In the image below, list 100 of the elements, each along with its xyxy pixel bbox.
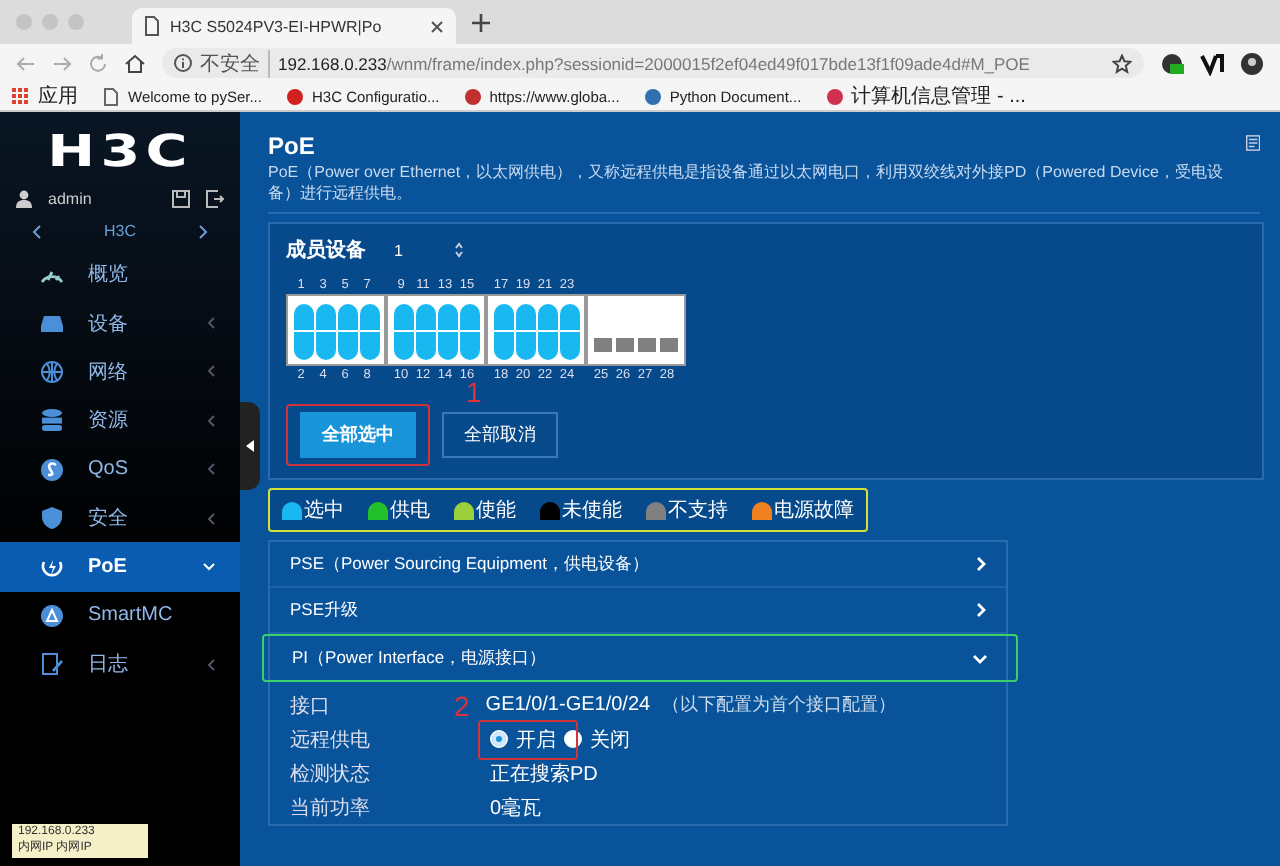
bookmark[interactable]: 计算机信息管理 - ... [825,82,1026,110]
port[interactable] [559,332,579,360]
legend-label: 电源故障 [774,497,854,524]
extension-icon[interactable] [1160,51,1184,75]
section-header[interactable]: PI（Power Interface，电源接口） [262,634,1018,682]
interface-value: GE1/0/1-GE1/0/24 [485,694,651,716]
port[interactable] [459,332,479,360]
field-label: 接口 [290,693,332,719]
reload-icon[interactable] [88,53,108,73]
port[interactable] [293,332,313,360]
port[interactable] [493,304,513,332]
port[interactable] [559,304,579,332]
device-icon [40,311,64,336]
radio-option[interactable]: 关闭 [564,725,630,753]
nav-item[interactable]: 安全 [0,493,240,543]
nav-item[interactable]: SmartMC [0,591,240,641]
chevron-down-icon [202,562,216,573]
port[interactable] [293,304,313,332]
interface-note: （以下配置为首个接口配置） [662,692,897,718]
chevron-left-icon [206,462,216,477]
port[interactable] [537,332,557,360]
port[interactable] [315,332,335,360]
port[interactable] [415,304,435,332]
bookmark-favicon-icon [825,87,844,105]
home-icon[interactable] [124,53,146,73]
nav-item[interactable]: 资源 [0,396,240,446]
page-icon [144,16,160,36]
annotation-number: 2 [454,693,470,717]
star-icon[interactable] [1112,53,1132,73]
nav-item[interactable]: 概览 [0,250,240,299]
port[interactable] [315,304,335,332]
legend-label: 不支持 [668,497,728,524]
member-select[interactable]: 1 [386,237,473,263]
member-label: 成员设备 [286,237,366,264]
logout-icon[interactable] [206,190,224,208]
port[interactable] [437,332,457,360]
bookmark[interactable]: 应用 [12,82,78,110]
back-icon[interactable] [16,53,36,73]
chevron-left-icon [206,413,216,428]
port[interactable] [437,304,457,332]
legend-label: 选中 [304,497,344,524]
nav-item[interactable]: QoS [0,445,240,494]
legend-label: 使能 [476,497,516,524]
port[interactable] [359,304,379,332]
bookmark-favicon-icon [102,87,120,105]
forward-icon[interactable] [52,53,72,73]
section-header[interactable]: PSE升级 [270,588,1006,634]
bookmark-favicon-icon [643,87,662,105]
window-minimize-button[interactable] [42,14,58,30]
port[interactable] [515,304,535,332]
bookmark-favicon-icon [285,87,304,105]
page-title: PoE [268,132,317,160]
chevron-right-icon[interactable] [197,223,208,239]
chevron-left-icon [206,316,216,331]
port[interactable] [515,332,535,360]
port[interactable] [337,304,357,332]
radio-option[interactable]: 开启 [490,725,556,753]
collapse-handle[interactable] [240,402,260,490]
device-name: H3C [103,222,136,240]
log-icon [40,652,64,677]
close-icon[interactable] [430,19,444,33]
extension-icon[interactable] [1200,51,1224,75]
port[interactable] [493,332,513,360]
user-icon [16,190,32,208]
chevron-left-icon [206,511,216,526]
profile-avatar-icon[interactable] [1240,51,1264,75]
chevron-left-icon[interactable] [32,223,42,239]
port[interactable] [459,304,479,332]
annotation-box [478,719,578,759]
port[interactable] [393,332,413,360]
updown-arrows-icon [454,242,465,258]
globe-icon [40,359,64,384]
annotation-number: 1 [466,380,484,404]
port[interactable] [359,332,379,360]
chevron-left-icon [206,364,216,379]
nav-item[interactable]: PoE [0,542,240,592]
chevron-left-icon [206,657,216,672]
port[interactable] [537,304,557,332]
port[interactable] [415,332,435,360]
help-doc-icon[interactable] [1245,132,1260,154]
port[interactable] [337,332,357,360]
bookmark-favicon-icon [463,87,482,105]
section-title: PI（Power Interface，电源接口） [292,647,547,670]
bookmark-favicon-icon [12,87,30,105]
field-label: 检测状态 [290,761,372,787]
section-header[interactable]: PSE（Power Sourcing Equipment，供电设备） [270,542,1006,588]
port[interactable] [393,304,413,332]
section-title: PSE升级 [290,599,359,622]
nav-item[interactable]: 设备 [0,298,240,348]
window-close-button[interactable] [16,14,32,30]
page-description: PoE（Power over Ethernet，以太网供电），又称远程供电是指设备通过以太网电口，利用双绞线对外接PD（Powered Device，受电设备）进行远程供电。 [268,164,1225,196]
save-icon[interactable] [172,190,190,208]
deselect-all-button[interactable]: 全部取消 [442,412,558,458]
legend-label: 供电 [390,497,430,524]
browser-tab[interactable]: H3C S5024PV3-EI-HPWR|Po [132,8,456,44]
nav-item[interactable]: 网络 [0,347,240,397]
address-field[interactable]: 不安全 192.168.0.233/wnm/frame/index.php?sessionid=2000015f2ef04ed49f017bde13f1f09ade4d#M_POE [162,48,1144,78]
nav-item[interactable]: 日志 [0,640,240,690]
new-tab-icon[interactable] [472,13,490,31]
window-zoom-button[interactable] [68,14,84,30]
